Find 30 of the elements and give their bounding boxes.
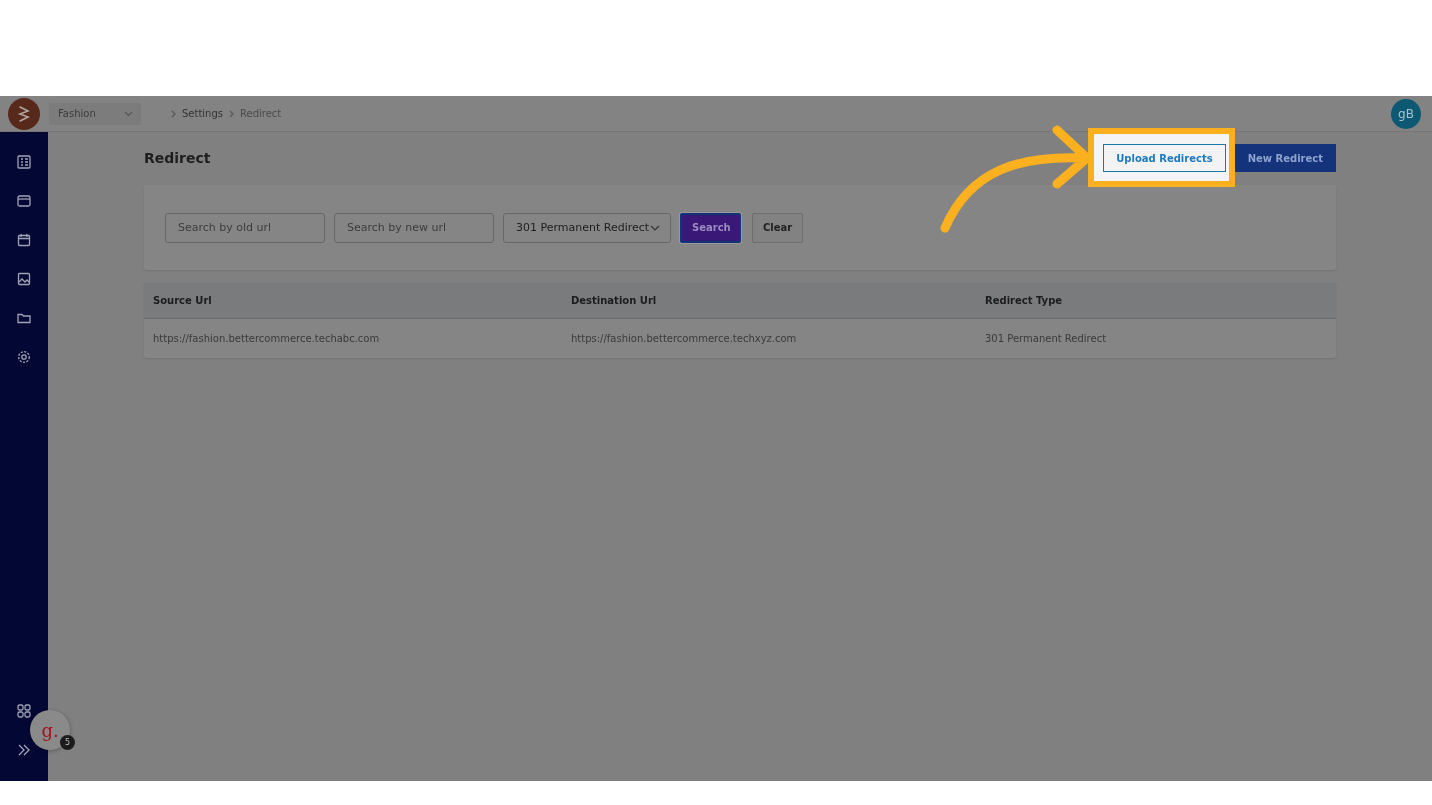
apps-icon[interactable] xyxy=(16,703,32,719)
column-header: Redirect Type xyxy=(985,295,1064,306)
clear-button[interactable]: Clear xyxy=(752,212,804,243)
chevron-down-icon xyxy=(650,224,660,231)
table-cell-text: https://fashion.bettercommerce.techxyz.com xyxy=(571,333,798,344)
upload-button[interactable]: Upload Redirects xyxy=(1103,144,1226,172)
breadcrumb-item: Redirect xyxy=(240,108,282,119)
chevron-right-icon xyxy=(171,109,176,118)
new-button[interactable]: New Redirect xyxy=(1234,144,1336,172)
table-cell-text: 301 Permanent Redirect xyxy=(985,333,1108,344)
window-icon[interactable] xyxy=(16,193,32,209)
table-cell-text: https://fashion.bettercommerce.techabc.com xyxy=(153,333,381,344)
old-url-field[interactable]: Search by old url xyxy=(165,212,325,243)
logo-icon[interactable] xyxy=(8,97,40,130)
image-icon[interactable] xyxy=(16,271,32,287)
new-url-field[interactable]: Search by new url xyxy=(334,212,494,243)
redirect-type-select[interactable]: 301 Permanent Redirect xyxy=(503,212,671,243)
column-header: Destination Url xyxy=(571,295,658,306)
search-button[interactable]: Search xyxy=(680,212,741,243)
breadcrumb-item[interactable]: Settings xyxy=(182,108,223,119)
column-header: Source Url xyxy=(153,295,213,306)
avatar[interactable]: gB xyxy=(1391,98,1421,129)
workspace-select[interactable]: Fashion xyxy=(49,102,141,125)
settings-icon[interactable] xyxy=(16,349,32,365)
expand-icon[interactable] xyxy=(16,742,32,758)
page-title: Redirect xyxy=(144,150,211,166)
chevron-down-icon xyxy=(124,110,133,117)
calendar-icon[interactable] xyxy=(16,232,32,248)
list-icon[interactable] xyxy=(16,154,32,170)
chevron-right-icon xyxy=(229,109,234,118)
